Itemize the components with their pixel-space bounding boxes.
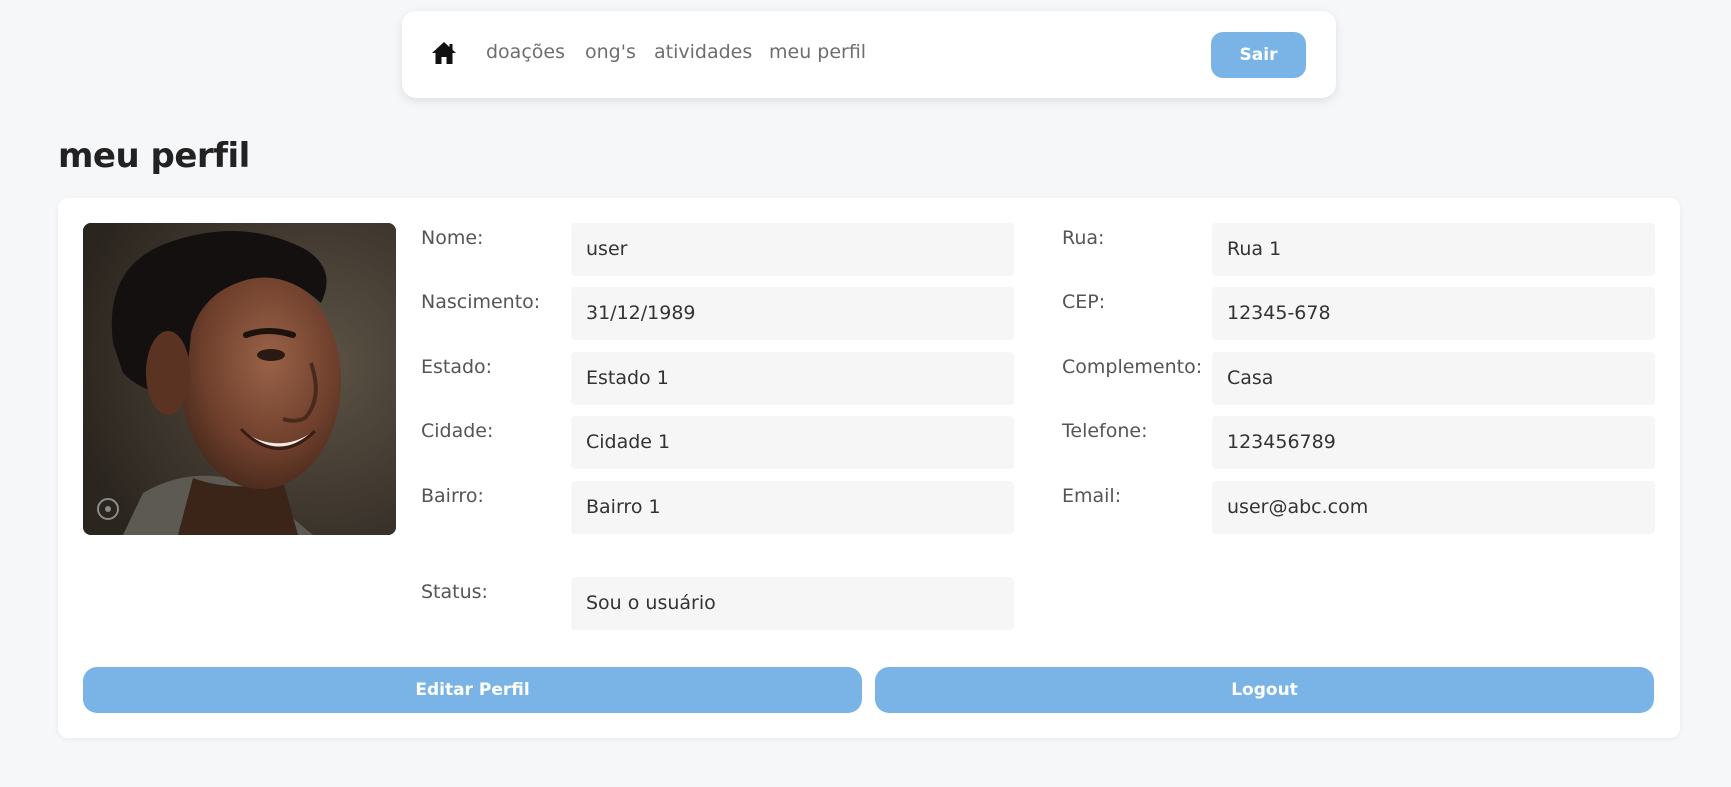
logout-button[interactable]: Logout <box>875 667 1654 713</box>
nome-label: Nome: <box>421 227 484 249</box>
telefone-field: 123456789 <box>1212 416 1655 469</box>
nascimento-field: 31/12/1989 <box>571 287 1014 340</box>
cidade-label: Cidade: <box>421 420 494 442</box>
cidade-field: Cidade 1 <box>571 416 1014 469</box>
rua-label: Rua: <box>1062 227 1105 249</box>
estado-field: Estado 1 <box>571 352 1014 405</box>
sair-button[interactable]: Sair <box>1211 32 1306 78</box>
top-navbar: doações ong's atividades meu perfil Sair <box>402 11 1336 98</box>
email-label: Email: <box>1062 485 1122 507</box>
home-icon[interactable] <box>431 41 457 65</box>
nav-link-doacoes[interactable]: doações <box>486 41 565 63</box>
nascimento-label: Nascimento: <box>421 291 541 313</box>
bairro-field: Bairro 1 <box>571 481 1014 534</box>
bairro-label: Bairro: <box>421 485 484 507</box>
telefone-label: Telefone: <box>1062 420 1148 442</box>
estado-label: Estado: <box>421 356 493 378</box>
nav-link-ongs[interactable]: ong's <box>585 41 636 63</box>
complemento-field: Casa <box>1212 352 1655 405</box>
email-field: user@abc.com <box>1212 481 1655 534</box>
cep-field: 12345-678 <box>1212 287 1655 340</box>
edit-profile-button[interactable]: Editar Perfil <box>83 667 862 713</box>
rua-field: Rua 1 <box>1212 223 1655 276</box>
nome-field: user <box>571 223 1014 276</box>
status-label: Status: <box>421 581 488 603</box>
page-title: meu perfil <box>58 136 250 176</box>
profile-photo <box>83 223 396 535</box>
nav-link-atividades[interactable]: atividades <box>654 41 752 63</box>
profile-card: Nome: user Nascimento: 31/12/1989 Estado… <box>58 198 1680 738</box>
nav-link-meu-perfil[interactable]: meu perfil <box>769 41 866 63</box>
complemento-label: Complemento: <box>1062 356 1203 378</box>
cep-label: CEP: <box>1062 291 1106 313</box>
status-field: Sou o usuário <box>571 577 1014 630</box>
